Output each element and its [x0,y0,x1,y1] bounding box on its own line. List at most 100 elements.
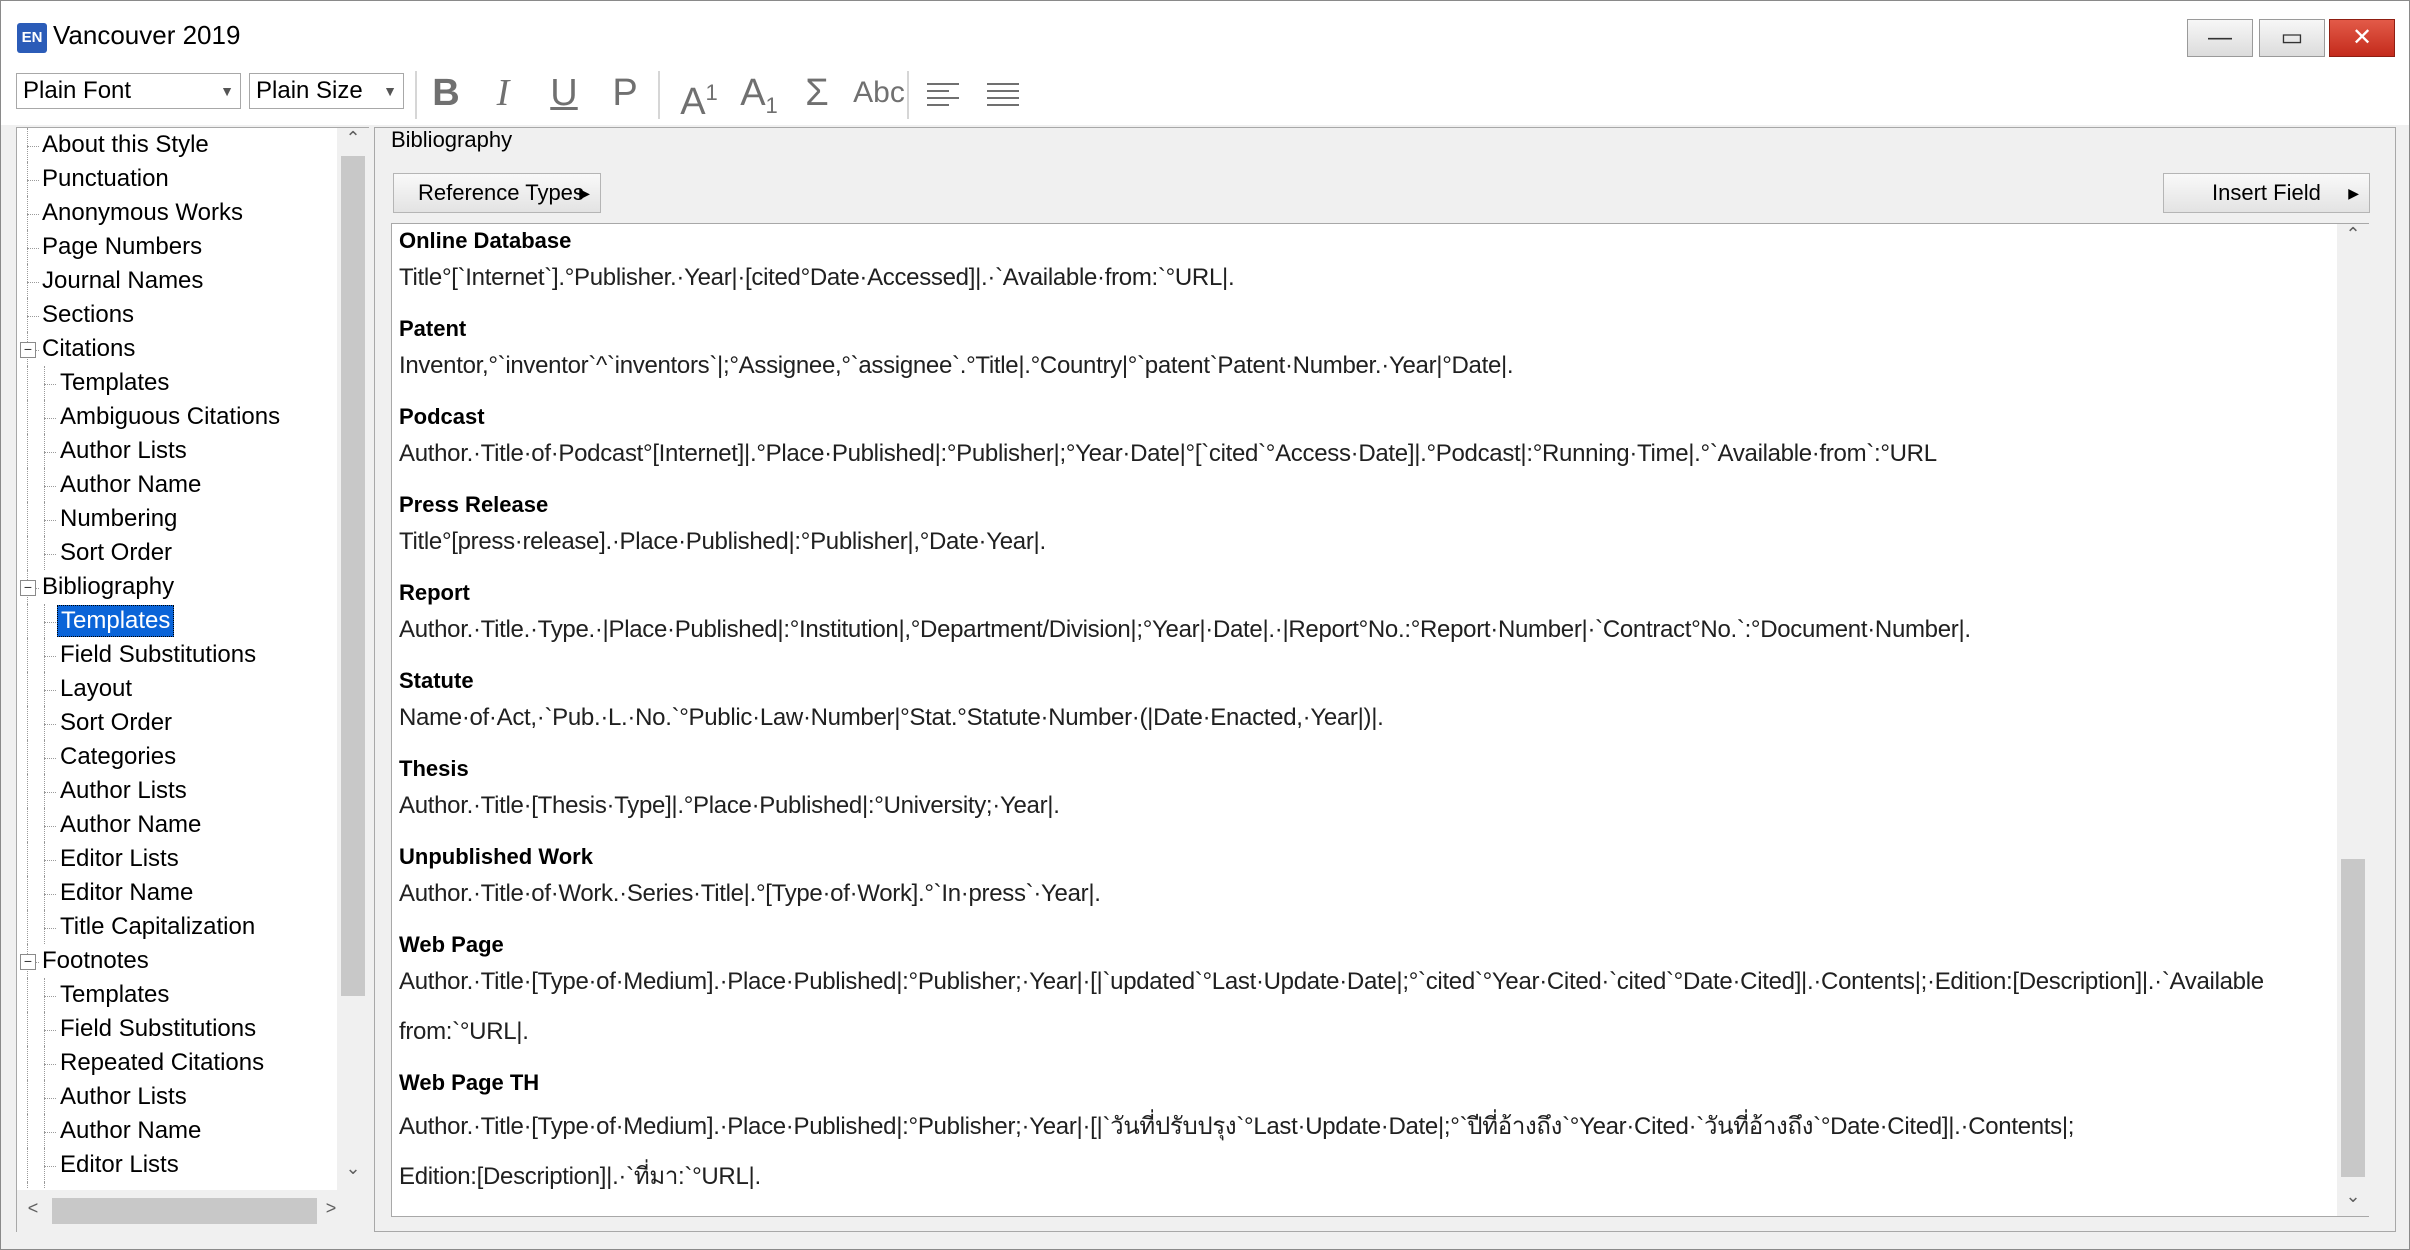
insert-field-button[interactable]: Insert Field ▶ [2163,173,2370,213]
tree-item[interactable]: Sort Order [17,536,335,570]
tree-item[interactable]: Templates [17,604,335,638]
tree-item[interactable]: Editor Lists [17,1148,335,1182]
style-editor-window: EN Vancouver 2019 — ▭ ✕ Plain Font ▼ Pla… [0,0,2410,1250]
tree-item[interactable]: Page Numbers [17,230,335,264]
tree-item[interactable]: Categories [17,740,335,774]
templates-text-area[interactable]: Online Database Title°[`Internet`].°Publi… [391,223,2369,1217]
plain-icon[interactable]: P [599,69,651,117]
tree-hscroll-thumb[interactable] [52,1198,317,1224]
scroll-down-icon[interactable]: ⌄ [2341,1186,2365,1207]
tree-item[interactable]: Editor Name [17,876,335,910]
subscript-base: A [740,72,766,114]
tree-item-label: Editor Lists [60,845,179,872]
tree-item-label: Footnotes [42,947,149,974]
tree-item-label: Title Capitalization [60,913,256,940]
tree-item[interactable]: Author Name [17,808,335,842]
tree-item[interactable]: Author Name [17,468,335,502]
tree-item[interactable]: Field Substitutions [17,1012,335,1046]
template-reference-type: Patent [399,316,467,341]
tree-item[interactable]: Anonymous Works [17,196,335,230]
template-reference-type: Web Page [399,932,504,957]
tree-item[interactable]: − Footnotes [17,944,335,978]
subscript-icon[interactable]: A1 [733,69,785,118]
collapse-icon[interactable]: − [20,580,36,596]
maximize-button[interactable]: ▭ [2259,19,2325,57]
template-reference-type: Press Release [399,492,549,517]
reference-types-button[interactable]: Reference Types ▶ [393,173,601,213]
tree-connector [27,1046,28,1080]
tree-connector [44,808,45,842]
tree-horizontal-scrollbar[interactable]: < > [17,1190,369,1232]
tree-item[interactable]: Layout [17,672,335,706]
template-line[interactable]: Title°[`Internet`].°Publisher.·Year|·[ci… [399,264,1235,292]
collapse-icon[interactable]: − [20,342,36,358]
tree-connector [44,1030,56,1031]
tree-item[interactable]: Templates [17,978,335,1012]
font-select[interactable]: Plain Font ▼ [16,73,241,109]
bold-icon[interactable]: B [420,69,472,117]
template-line[interactable]: Author.·Title·[Thesis·Type]|.°Place·Publ… [399,792,1060,820]
template-line[interactable]: Author.·Title·of·Work.·Series·Title|.°[T… [399,880,1101,908]
tree-item[interactable]: Journal Names [17,264,335,298]
tree-item-label: Editor Name [60,879,194,906]
tree-item[interactable]: Author Lists [17,774,335,808]
template-line[interactable]: Author.·Title·[Type·of·Medium].·Place·Pu… [399,1106,2074,1145]
template-line[interactable]: Title°[press·release].·Place·Published|:… [399,528,1046,556]
template-reference-type: Online Database [399,228,572,253]
template-line[interactable]: Author.·Title·of·Podcast°[Internet]|.°Pl… [399,440,1937,468]
tree-item[interactable]: Repeated Citations [17,1046,335,1080]
templates-scroll-thumb[interactable] [2341,859,2365,1177]
tree-item[interactable]: Numbering [17,502,335,536]
tree-scroll-thumb[interactable] [341,156,365,996]
symbol-icon[interactable]: Σ [791,69,843,117]
tree-item[interactable]: Title Capitalization [17,910,335,944]
template-line[interactable]: Inventor,°`inventor`^`inventors`|;°Assig… [399,352,1514,380]
size-select[interactable]: Plain Size ▼ [249,73,404,109]
tree-item[interactable]: Author Name [17,1114,335,1148]
tree-item[interactable]: Author Lists [17,1080,335,1114]
template-line[interactable]: from:`°URL|. [399,1018,529,1046]
collapse-icon[interactable]: − [20,954,36,970]
tree-connector [44,1132,56,1133]
close-button[interactable]: ✕ [2329,19,2395,57]
tree-item[interactable]: Editor Lists [17,842,335,876]
font-select-value: Plain Font [23,77,132,104]
tree-item[interactable]: Punctuation [17,162,335,196]
scroll-up-icon[interactable]: ⌃ [341,128,365,149]
tree-connector [27,910,28,944]
tree-item[interactable]: − Citations [17,332,335,366]
minimize-button[interactable]: — [2187,19,2253,57]
tree-vertical-scrollbar[interactable]: ⌃ ⌄ [337,128,369,1190]
templates-vertical-scrollbar[interactable]: ⌃ ⌄ [2337,224,2369,1216]
tree-item[interactable]: Templates [17,366,335,400]
tree-item[interactable]: About this Style [17,128,335,162]
small-caps-icon[interactable]: Abc [843,69,915,117]
scroll-down-icon[interactable]: ⌄ [341,1158,365,1179]
tree-item[interactable]: Ambiguous Citations [17,400,335,434]
tree-item[interactable]: − Bibliography [17,570,335,604]
tree-item[interactable]: Author Lists [17,434,335,468]
superscript-icon[interactable]: A1 [673,69,725,123]
tree-item[interactable]: Sections [17,298,335,332]
size-select-value: Plain Size [256,77,363,104]
scroll-right-icon[interactable]: > [319,1198,343,1219]
scroll-up-icon[interactable]: ⌃ [2341,224,2365,245]
align-left-icon[interactable] [927,83,959,111]
tree-item-label: Templates [60,369,170,396]
subscript-mark: 1 [765,93,778,118]
tree-connector [44,1098,56,1099]
template-line[interactable]: Author.·Title.·Type.·|Place·Published|:°… [399,616,1971,644]
template-line[interactable]: Name·of·Act,·`Pub.·L.·No.`°Public·Law·Nu… [399,704,1384,732]
justify-icon[interactable] [987,83,1019,111]
template-line[interactable]: Edition:[Description]|.·`ที่มา:`°URL|. [399,1156,761,1195]
formatting-toolbar: Plain Font ▼ Plain Size ▼ B I U P A1 A1 … [1,63,2409,125]
template-line[interactable]: Author.·Title·[Type·of·Medium].·Place·Pu… [399,968,2264,996]
scroll-left-icon[interactable]: < [21,1198,45,1219]
tree-item[interactable]: Field Substitutions [17,638,335,672]
underline-icon[interactable]: U [538,69,590,117]
tree-item[interactable]: Editor Name [17,1182,335,1188]
tree-item[interactable]: Sort Order [17,706,335,740]
tree-connector [27,264,28,298]
italic-icon[interactable]: I [477,69,529,117]
tree-connector [44,876,45,910]
